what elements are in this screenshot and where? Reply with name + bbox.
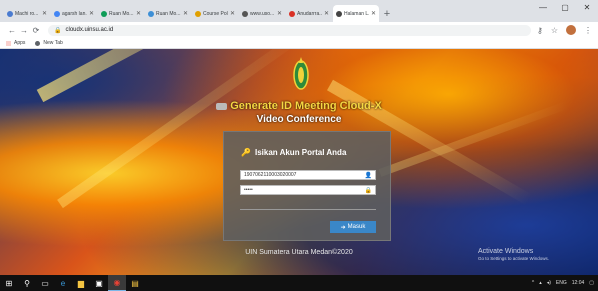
chrome-icon[interactable]: ◉ [108,275,126,291]
tab-label: Ruan Mo... [156,10,181,17]
browser-tab[interactable]: Course Pol...✕ [192,5,238,22]
tab-label: www.uso... [250,10,275,17]
login-heading: 🔑 Isikan Akun Portal Anda [241,148,347,157]
tab-favicon-icon [289,10,295,17]
minimize-button[interactable]: — [532,0,554,14]
browser-tab[interactable]: Machi ro... ✕ [4,5,50,22]
key-icon[interactable]: ⚷ [537,26,543,35]
user-icon: 👤 [364,173,372,179]
browser-tab-bar: Machi ro... ✕ agarsh lan... ✕ Ruan Mo... ✕ Rua… [0,0,598,22]
login-panel: 🔑 Isikan Akun Portal Anda 19070621100030… [223,131,391,241]
tab-favicon-icon [148,10,154,17]
url-text: cloudx.uinsu.ac.id [65,27,114,33]
browser-toolbar: ← → ⟳ 🔒 cloudx.uinsu.ac.id ⚷ ☆ ⋮ [0,22,598,38]
tab-favicon-icon [101,10,107,17]
tab-label: Halaman L... [344,10,369,17]
close-tab-icon[interactable]: ✕ [89,10,94,17]
password-field[interactable]: ••••• 🔒 [240,185,376,195]
tab-favicon-icon [336,10,342,17]
file-explorer-icon[interactable]: ▆ [72,275,90,291]
notification-icon[interactable]: ▢ [589,280,594,286]
files-icon[interactable]: ▤ [126,275,144,291]
close-tab-icon[interactable]: ✕ [277,10,282,17]
browser-tab[interactable]: Halaman L...✕ [333,5,379,22]
network-icon[interactable]: ▴ [539,280,542,286]
close-window-button[interactable]: ✕ [576,0,598,14]
browser-tab[interactable]: Ruan Mo... ✕ [145,5,191,22]
divider [240,209,376,210]
sign-in-icon: ➜ [340,224,346,231]
close-tab-icon[interactable]: ✕ [183,10,188,17]
page-subtitle: Video Conference [256,114,342,125]
page-title: Generate ID Meeting Cloud-X [0,100,598,112]
profile-avatar[interactable] [566,25,576,35]
store-icon[interactable]: ▣ [90,275,108,291]
tab-favicon-icon [54,10,60,17]
bookmark-apps[interactable]: Apps [6,40,25,46]
tab-label: Anudarrra... [297,10,322,17]
key-icon: 🔑 [241,148,251,157]
maximize-button[interactable]: ▢ [554,0,576,14]
university-logo [293,57,309,90]
clock[interactable]: 12:04 [572,280,585,286]
tab-favicon-icon [7,10,13,17]
reload-button[interactable]: ⟳ [30,26,42,35]
video-camera-icon [216,102,228,110]
windows-taskbar: ⊞ ⚲ ▭ e ▆ ▣ ◉ ▤ ^ ▴ ◂) ENG 12:04 ▢ [0,275,598,291]
new-tab-button[interactable]: + [380,5,394,22]
lock-icon: 🔒 [54,27,62,34]
volume-icon[interactable]: ◂) [547,280,551,286]
system-tray: ^ ▴ ◂) ENG 12:04 ▢ [532,275,594,291]
edge-icon[interactable]: e [54,275,72,291]
close-tab-icon[interactable]: ✕ [324,10,329,17]
tab-favicon-icon [195,10,201,17]
apps-grid-icon [6,40,11,46]
forward-button[interactable]: → [18,26,30,35]
star-icon[interactable]: ☆ [551,26,558,35]
language-indicator[interactable]: ENG [556,280,567,286]
close-tab-icon[interactable]: ✕ [42,10,47,17]
search-icon[interactable]: ⚲ [18,275,36,291]
window-controls: — ▢ ✕ [532,0,598,14]
tab-label: agarsh lan... [62,10,87,17]
activate-windows-watermark: Activate Windows Go to Settings to activ… [478,248,550,261]
bookmark-new-tab[interactable]: New Tab [35,40,63,46]
close-tab-icon[interactable]: ✕ [136,10,141,17]
bookmarks-bar: Apps New Tab [0,38,598,49]
menu-icon[interactable]: ⋮ [584,26,592,35]
tab-label: Machi ro... [15,10,39,17]
task-view-icon[interactable]: ▭ [36,275,54,291]
tab-label: Course Pol... [203,10,228,17]
chevron-up-icon[interactable]: ^ [532,280,534,286]
browser-tab[interactable]: Ruan Mo... ✕ [98,5,144,22]
page-background: Generate ID Meeting Cloud-X Video Confer… [0,49,598,275]
login-button[interactable]: ➜ Masuk [330,221,376,233]
back-button[interactable]: ← [6,26,18,35]
bookmark-label: New Tab [43,40,63,46]
tab-favicon-icon [242,10,248,17]
bookmark-label: Apps [14,40,26,46]
tab-label: Ruan Mo... [109,10,134,17]
close-tab-icon[interactable]: ✕ [371,10,376,17]
address-bar[interactable]: 🔒 cloudx.uinsu.ac.id [48,24,531,36]
username-field[interactable]: 1907062110003020007 👤 [240,170,376,180]
globe-icon [35,40,41,46]
browser-tab[interactable]: Anudarrra... ✕ [286,5,332,22]
windows-start-icon[interactable]: ⊞ [0,275,18,291]
lock-icon: 🔒 [364,188,372,194]
browser-tab[interactable]: www.uso... ✕ [239,5,285,22]
close-tab-icon[interactable]: ✕ [230,10,235,17]
browser-tab[interactable]: agarsh lan... ✕ [51,5,97,22]
